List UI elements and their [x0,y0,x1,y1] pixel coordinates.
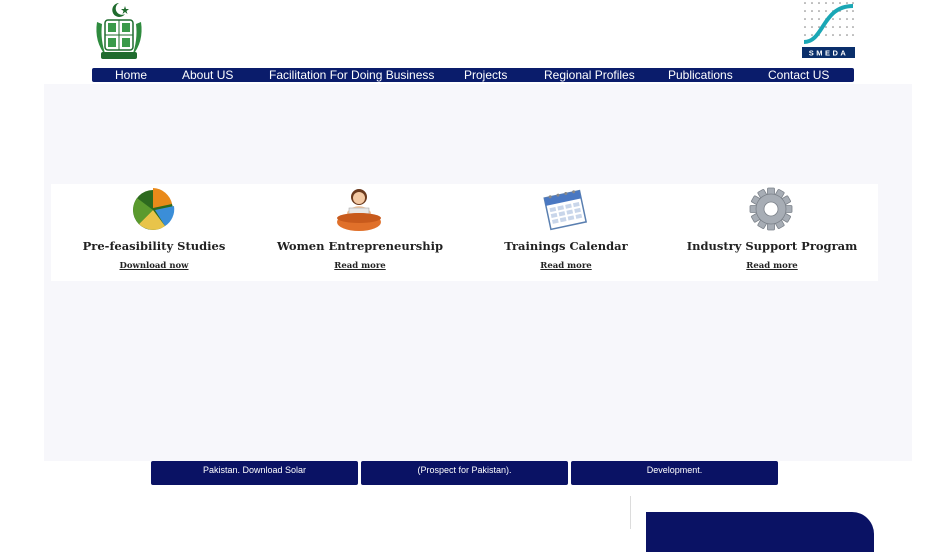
banner-development[interactable]: Development. [571,461,778,485]
card-trainings-calendar[interactable]: Trainings Calendar Read more [463,184,669,281]
card-women-entrepreneurship[interactable]: Women Entrepreneurship Read more [257,184,463,281]
nav-item-projects[interactable]: Projects [464,68,507,82]
nav-item-facilitation[interactable]: Facilitation For Doing Business [269,68,434,82]
card-title: Women Entrepreneurship [276,239,444,253]
banner-development-text: Development. [646,465,703,475]
nav-item-regional-profiles[interactable]: Regional Profiles [544,68,635,82]
card-title: Industry Support Program [686,239,858,253]
card-read-more-link[interactable]: Read more [669,261,875,271]
card-pre-feasibility[interactable]: Pre-feasibility Studies Download now [51,184,257,281]
card-download-link[interactable]: Download now [51,261,257,271]
smeda-logo-text: SMEDA [809,49,849,58]
main-nav: Home About US Facilitation For Doing Bus… [92,68,854,82]
card-title: Trainings Calendar [504,239,628,253]
nav-item-home[interactable]: Home [115,68,147,82]
nav-item-publications[interactable]: Publications [668,68,733,82]
calendar-icon [541,186,589,232]
pie-chart-icon [129,186,177,232]
sidebar-box [646,512,874,552]
banner-solar[interactable]: Pakistan. Download Solar [151,461,358,485]
site-header: SMEDA Home About US Facilitation For Doi… [0,0,889,84]
woman-worker-icon [335,186,383,232]
card-read-more-link[interactable]: Read more [463,261,669,271]
quick-links-panel: Pre-feasibility Studies Download now Wom… [51,184,878,281]
smeda-logo[interactable]: SMEDA [802,0,855,58]
gear-icon [747,186,795,232]
nav-item-contact-us[interactable]: Contact US [768,68,829,82]
banner-solar-text: Pakistan. Download Solar [202,465,307,475]
banner-prospect[interactable]: (Prospect for Pakistan). [361,461,568,485]
card-industry-support[interactable]: Industry Support Program Read more [669,184,875,281]
card-title: Pre-feasibility Studies [82,239,226,253]
banner-prospect-text: (Prospect for Pakistan). [417,465,512,475]
government-emblem-logo[interactable] [92,2,146,62]
nav-item-about-us[interactable]: About US [182,68,233,82]
content-divider [630,496,631,529]
card-read-more-link[interactable]: Read more [257,261,463,271]
